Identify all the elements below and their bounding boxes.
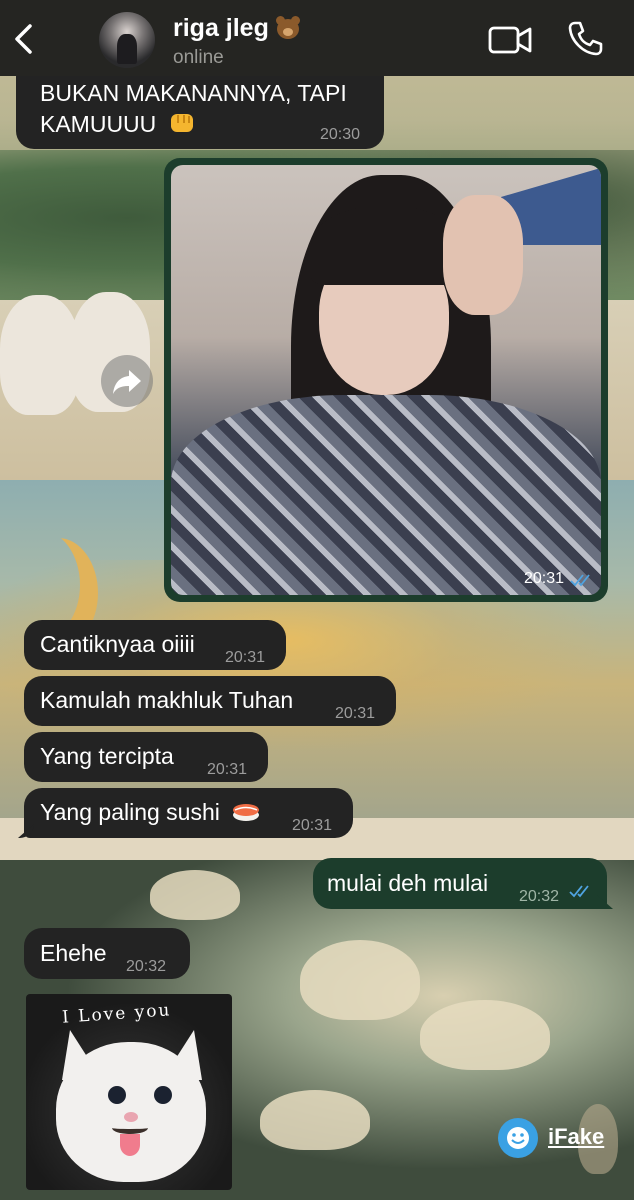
wallpaper-moth — [300, 940, 420, 1020]
message-time: 20:31 — [335, 705, 376, 722]
chat-header: riga jleg online — [0, 0, 634, 76]
contact-name-text: riga jleg — [173, 14, 269, 42]
watermark-text: iFake — [548, 1124, 605, 1149]
read-ticks-icon — [569, 885, 589, 898]
contact-name[interactable]: riga jleg — [173, 14, 301, 43]
video-call-button[interactable] — [488, 24, 532, 56]
wallpaper-moth — [260, 1090, 370, 1150]
photo-attachment[interactable] — [171, 165, 601, 595]
message-text: Cantiknyaa oiiii — [40, 631, 195, 657]
contact-avatar[interactable] — [99, 12, 155, 68]
message-time: 20:32 — [126, 958, 167, 975]
bear-emoji — [275, 15, 301, 39]
sushi-emoji — [233, 804, 260, 821]
wallpaper-moth — [420, 1000, 550, 1070]
sticker-caption: I Love you — [61, 1000, 173, 1028]
message-line: BUKAN MAKANANNYA, TAPI — [40, 80, 347, 106]
incoming-message[interactable]: Ehehe 20:32 — [24, 928, 190, 979]
message-time: 20:31 — [292, 817, 333, 834]
ifake-logo-icon — [498, 1118, 538, 1158]
voice-call-button[interactable] — [566, 20, 604, 58]
message-text: Ehehe — [40, 940, 107, 966]
message-line: KAMUUUU — [40, 111, 157, 137]
wallpaper-moth — [150, 870, 240, 920]
wallpaper-kitten — [0, 295, 80, 415]
message-time: 20:30 — [320, 126, 361, 143]
message-text: Yang paling sushi — [40, 799, 220, 825]
incoming-message[interactable]: BUKAN MAKANANNYA, TAPI KAMUUUU 20:30 — [16, 71, 384, 149]
message-time: 20:31 — [225, 649, 266, 666]
forward-button[interactable] — [101, 355, 153, 407]
message-time: 20:31 — [523, 570, 564, 587]
incoming-message[interactable]: Yang tercipta 20:31 — [24, 732, 268, 782]
phone-icon — [568, 21, 603, 56]
message-time: 20:32 — [519, 888, 560, 905]
outgoing-image-message[interactable]: 20:31 — [164, 158, 608, 602]
message-text: Kamulah makhluk Tuhan — [40, 687, 294, 713]
oncoming-fist-emoji — [170, 114, 193, 132]
message-text: Yang tercipta — [40, 743, 174, 769]
read-ticks-icon — [570, 574, 590, 587]
back-button[interactable] — [10, 22, 40, 56]
incoming-message[interactable]: Kamulah makhluk Tuhan 20:31 — [24, 676, 396, 726]
message-time: 20:31 — [207, 761, 248, 778]
forward-arrow-icon — [113, 370, 141, 394]
message-text: mulai deh mulai — [327, 870, 489, 896]
contact-status: online — [173, 47, 224, 68]
outgoing-message[interactable]: mulai deh mulai 20:32 — [313, 858, 613, 909]
incoming-message[interactable]: Cantiknyaa oiiii 20:31 — [24, 620, 286, 670]
incoming-message[interactable]: Yang paling sushi 20:31 — [18, 788, 353, 838]
video-camera-icon — [488, 26, 532, 54]
cat-sticker[interactable]: I Love you — [26, 994, 232, 1190]
back-chevron-icon — [15, 24, 32, 54]
